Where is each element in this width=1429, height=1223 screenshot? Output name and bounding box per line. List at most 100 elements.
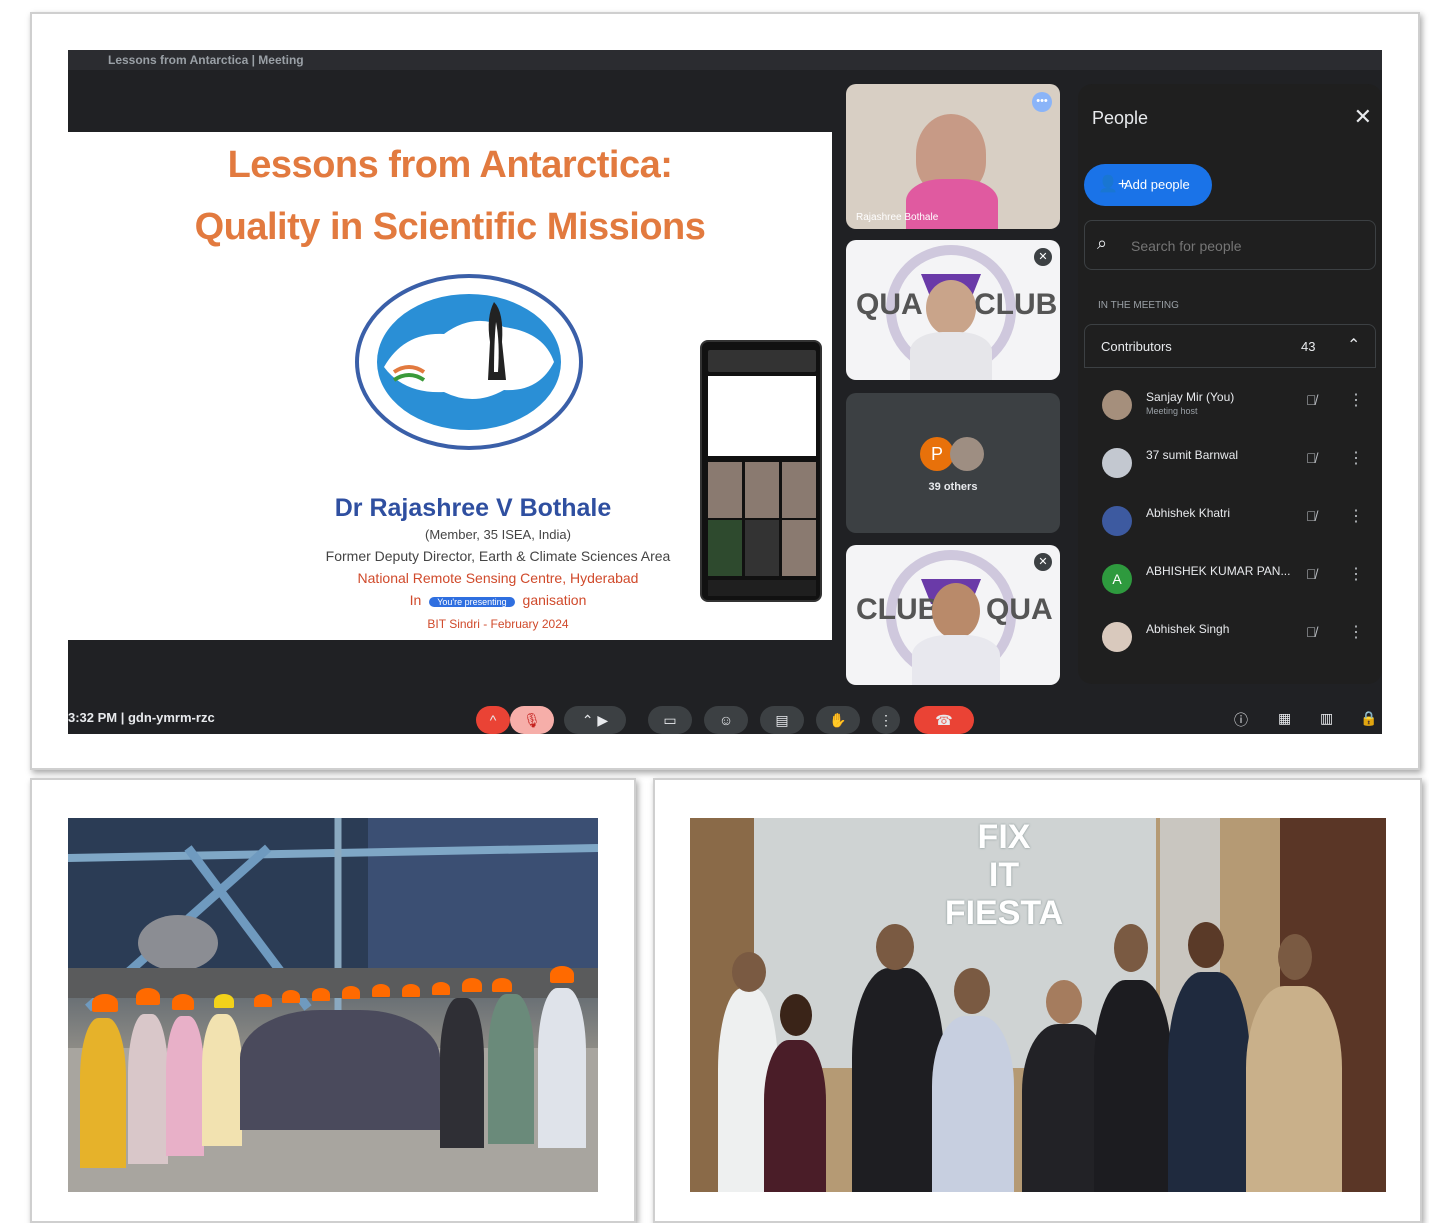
people-panel: People ✕ 👤+ Add people ⌕ IN THE MEETING … xyxy=(1078,84,1382,684)
captions-button[interactable]: ▭ xyxy=(648,706,692,734)
more-vert-icon[interactable]: ⋮ xyxy=(1348,506,1364,526)
end-call-button[interactable]: ☎ xyxy=(914,706,974,734)
camera-button[interactable]: ⌃ ▶ xyxy=(564,706,626,734)
slide-line4-suffix: ganisation xyxy=(522,592,587,608)
club-word-left: QUA xyxy=(856,288,923,321)
club-word-left: CLUB xyxy=(856,593,940,626)
list-item[interactable]: Abhishek Singh 🎙̸ ⋮ xyxy=(1084,610,1376,664)
slide-line-organisation: National Remote Sensing Centre, Hyderaba… xyxy=(357,570,639,586)
more-options-icon[interactable]: ••• xyxy=(1032,92,1052,112)
student-group xyxy=(240,1010,440,1130)
person-figure xyxy=(1246,986,1342,1192)
person-figure xyxy=(764,1040,826,1192)
avatar: P xyxy=(920,437,954,471)
avatar xyxy=(1102,622,1132,652)
more-options-button[interactable]: ⋮ xyxy=(872,706,900,734)
person-name: ABHISHEK KUMAR PAN... xyxy=(1146,564,1291,578)
phone-tile xyxy=(782,462,816,518)
search-input[interactable] xyxy=(1129,233,1363,259)
people-panel-title: People xyxy=(1092,108,1149,128)
section-heading: IN THE MEETING xyxy=(1098,300,1179,311)
present-button[interactable]: ▤ xyxy=(760,706,804,734)
search-people-box[interactable]: ⌕ xyxy=(1084,220,1376,270)
hard-hat xyxy=(312,988,330,1001)
meeting-clock-and-code: 3:32 PM | gdn-ymrm-rzc xyxy=(68,710,215,725)
person-role: Meeting host xyxy=(1146,406,1198,416)
info-icon[interactable]: ⓘ xyxy=(1234,710,1248,730)
meeting-controls-bar: 3:32 PM | gdn-ymrm-rzc ^ 🎙 ⌃ ▶ ▭ ☺ ▤ ✋ ⋮… xyxy=(68,700,1382,734)
hard-hat xyxy=(282,990,300,1003)
person-name: 37 sumit Barnwal xyxy=(1146,448,1239,462)
fix-it-fiesta-photo: FIX IT FIESTA xyxy=(690,818,1386,1192)
person-figure xyxy=(1094,980,1172,1192)
more-vert-icon[interactable]: ⋮ xyxy=(1348,564,1364,584)
hard-hat xyxy=(492,978,512,992)
hard-hat xyxy=(432,982,450,995)
phone-tile xyxy=(708,520,742,576)
people-icon[interactable]: ▦ xyxy=(1278,710,1291,727)
mic-off-icon[interactable]: 🎙̸ xyxy=(1306,624,1317,640)
person-head xyxy=(780,994,812,1036)
participant-clothing xyxy=(910,332,992,380)
add-people-button[interactable]: 👤+ Add people xyxy=(1084,164,1212,206)
chevron-up-icon[interactable]: ⌃ xyxy=(1347,335,1360,355)
emoji-button[interactable]: ☺ xyxy=(704,706,748,734)
person-head xyxy=(1188,922,1224,968)
contributors-group[interactable]: Contributors 43 ⌃ xyxy=(1084,324,1376,368)
person-head xyxy=(954,968,990,1014)
participant-face xyxy=(926,280,976,336)
person-head xyxy=(876,924,914,970)
mic-off-icon[interactable]: 🎙̸ xyxy=(1306,508,1317,524)
contributors-label: Contributors xyxy=(1101,339,1172,354)
raise-hand-button[interactable]: ✋ xyxy=(816,706,860,734)
phone-tile xyxy=(782,520,816,576)
list-item[interactable]: Sanjay Mir (You) Meeting host 🎙̸ ⋮ xyxy=(1084,378,1376,432)
fiesta-word-1: FIX xyxy=(977,818,1031,856)
chat-icon[interactable]: ▥ xyxy=(1320,710,1333,727)
presenting-pill[interactable]: You're presenting xyxy=(429,597,515,607)
list-item[interactable]: A ABHISHEK KUMAR PAN... 🎙̸ ⋮ xyxy=(1084,552,1376,606)
contributors-count: 43 xyxy=(1301,339,1316,354)
participant-tile-club[interactable]: QUA CLUB ✕ xyxy=(846,240,1060,380)
fiesta-word-3: FIESTA xyxy=(944,894,1064,932)
slide-line-event: BIT Sindri - February 2024 xyxy=(427,617,569,631)
meeting-topbar: Lessons from Antarctica | Meeting xyxy=(68,50,1382,70)
close-icon[interactable]: ✕ xyxy=(1354,104,1372,130)
lock-icon[interactable]: 🔒 xyxy=(1360,710,1377,727)
hard-hat xyxy=(254,994,272,1007)
meeting-window: Lessons from Antarctica | Meeting Lesson… xyxy=(68,50,1382,734)
hard-hat xyxy=(550,966,574,983)
more-vert-icon[interactable]: ⋮ xyxy=(1348,622,1364,642)
mic-off-icon[interactable]: 🎙̸ xyxy=(1306,566,1317,582)
mic-off-icon[interactable]: 🎙̸ xyxy=(1306,392,1317,408)
participant-tile-others[interactable]: P 39 others xyxy=(846,393,1060,533)
others-count: 39 others xyxy=(928,481,978,493)
slide-title-line2: Quality in Scientific Missions xyxy=(194,206,706,248)
list-item[interactable]: 37 sumit Barnwal 🎙̸ ⋮ xyxy=(1084,436,1376,490)
slide-line4-prefix: In xyxy=(409,592,422,608)
slide-title-line1: Lessons from Antarctica: xyxy=(227,144,673,186)
meeting-title: Lessons from Antarctica | Meeting xyxy=(108,53,304,67)
more-vert-icon[interactable]: ⋮ xyxy=(1348,390,1364,410)
list-item[interactable]: Abhishek Khatri 🎙̸ ⋮ xyxy=(1084,494,1376,548)
fiesta-word-2: IT xyxy=(988,856,1020,894)
phone-header xyxy=(708,350,816,372)
hard-hat xyxy=(342,986,360,999)
participant-tile-club-mirrored[interactable]: CLUB QUA ✕ xyxy=(846,545,1060,685)
person-head xyxy=(1046,980,1082,1024)
student-figure xyxy=(202,1014,242,1146)
mic-off-button[interactable]: 🎙 xyxy=(510,706,554,734)
participant-name: Rajashree Bothale xyxy=(856,212,939,223)
student-figure xyxy=(488,994,534,1144)
person-name: Abhishek Singh xyxy=(1146,622,1230,636)
phone-preview xyxy=(700,340,822,602)
mic-off-icon: ✕ xyxy=(1034,553,1052,571)
person-head xyxy=(732,952,766,992)
mic-options-icon[interactable]: ^ xyxy=(476,706,510,734)
person-name: Sanjay Mir (You) xyxy=(1146,390,1235,404)
more-vert-icon[interactable]: ⋮ xyxy=(1348,448,1364,468)
participant-tile-speaker[interactable]: ••• Rajashree Bothale xyxy=(846,84,1060,229)
mic-off-icon[interactable]: 🎙̸ xyxy=(1306,450,1317,466)
hard-hat xyxy=(402,984,420,997)
avatar xyxy=(1102,390,1132,420)
